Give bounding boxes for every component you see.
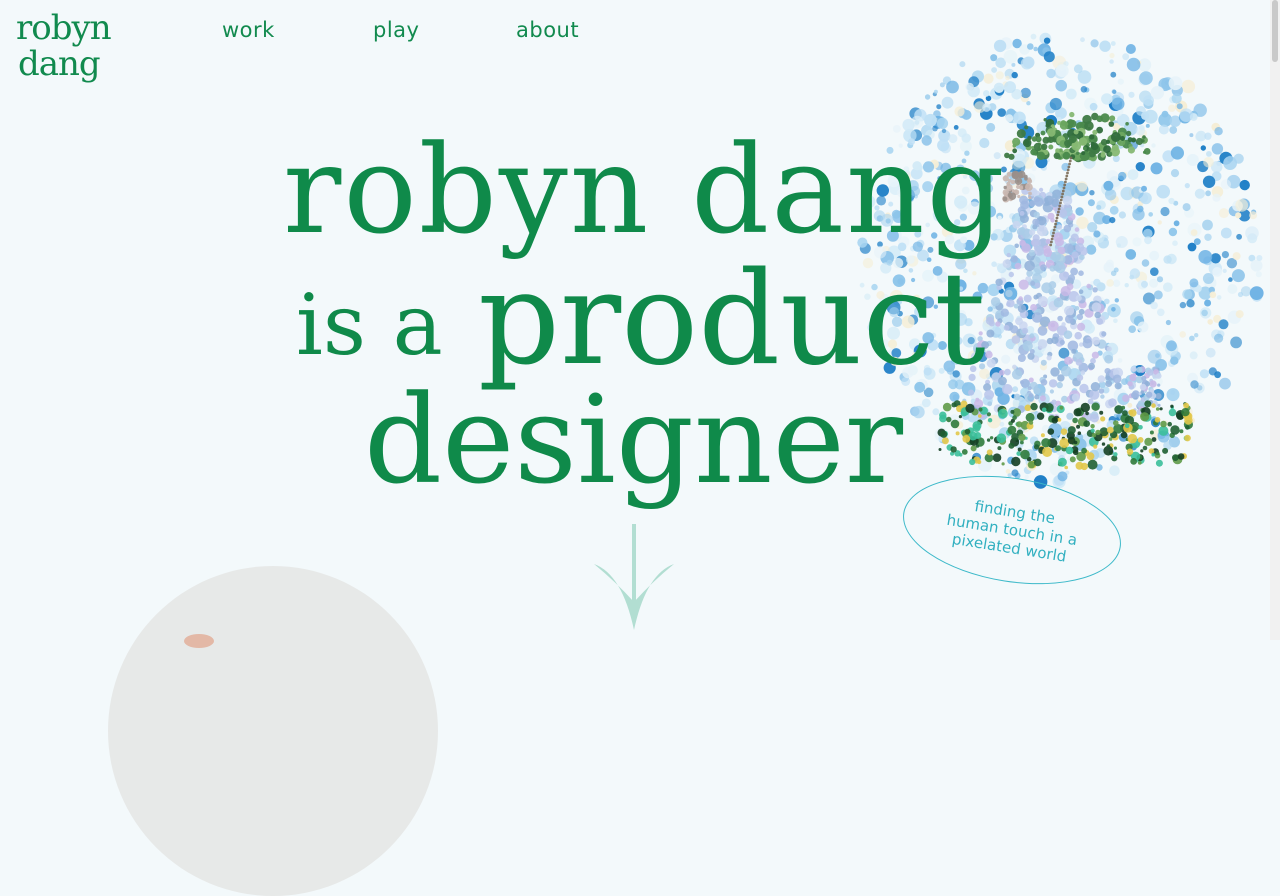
nav-about-link[interactable]: about xyxy=(516,18,579,42)
nav-work-link[interactable]: work xyxy=(222,18,275,42)
profile-photo xyxy=(108,566,438,896)
logo-line-2: dang xyxy=(18,44,101,84)
hero-is-a: is a xyxy=(296,276,443,374)
photo-detail xyxy=(184,634,214,648)
nav-play-link[interactable]: play xyxy=(373,18,419,42)
hero-name: robyn dang xyxy=(283,119,1007,261)
tagline-text: finding the human touch in a pixelated w… xyxy=(945,496,1079,566)
page-scrollbar[interactable] xyxy=(1270,0,1280,640)
main-nav: work play about xyxy=(0,18,700,48)
scrollbar-thumb[interactable] xyxy=(1272,0,1278,62)
hero-designer: designer xyxy=(364,369,904,511)
arrow-down-icon[interactable] xyxy=(592,524,676,634)
